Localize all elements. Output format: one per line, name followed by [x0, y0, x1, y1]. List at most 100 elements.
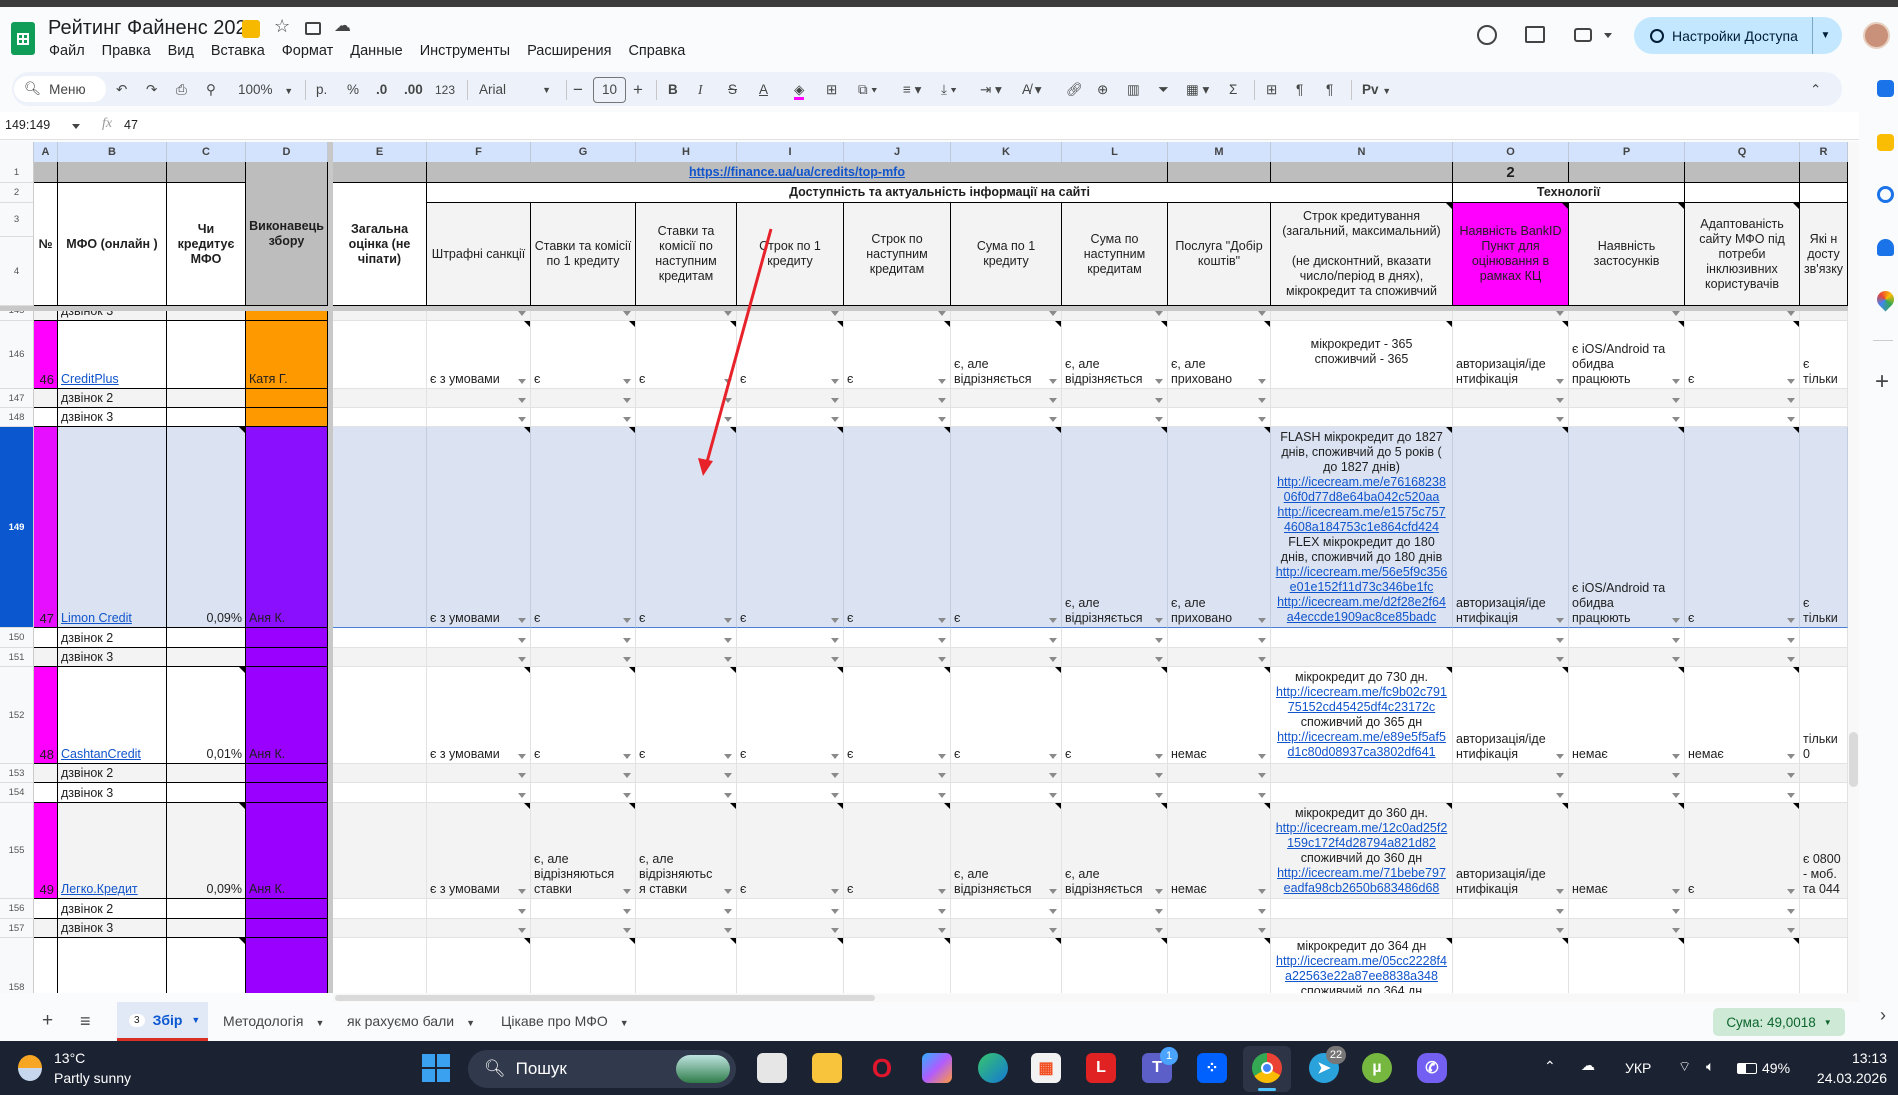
- cell-R151[interactable]: [1800, 648, 1848, 667]
- cell-R147[interactable]: [1800, 389, 1848, 408]
- dropdown-arrow-icon[interactable]: [1787, 618, 1795, 623]
- dropdown-arrow-icon[interactable]: [1787, 398, 1795, 403]
- dropdown-arrow-icon[interactable]: [1155, 793, 1163, 798]
- cell-I147[interactable]: [737, 389, 844, 408]
- name-box[interactable]: 149:149: [5, 118, 50, 132]
- volume-icon[interactable]: 🔈︎: [1706, 1058, 1714, 1075]
- dropdown-arrow-icon[interactable]: [518, 754, 526, 759]
- dropdown-arrow-icon[interactable]: [623, 793, 631, 798]
- cell-K147[interactable]: [951, 389, 1062, 408]
- cell-J146[interactable]: є: [844, 321, 951, 389]
- cell-Q149[interactable]: є: [1685, 427, 1800, 628]
- dropdown-arrow-icon[interactable]: [938, 928, 946, 933]
- row-header[interactable]: 150: [0, 628, 34, 648]
- dropdown-arrow-icon[interactable]: [1049, 379, 1057, 384]
- cell-J145[interactable]: [844, 311, 951, 321]
- cell-D151[interactable]: [246, 648, 328, 667]
- avatar[interactable]: [1863, 22, 1890, 49]
- dropdown-arrow-icon[interactable]: [518, 657, 526, 662]
- cell-D158[interactable]: [246, 938, 328, 993]
- dropdown-arrow-icon[interactable]: [623, 754, 631, 759]
- cell-D154[interactable]: [246, 783, 328, 803]
- cell-D157[interactable]: [246, 919, 328, 938]
- cell-B154[interactable]: дзвінок 3: [58, 783, 167, 803]
- dropdown-arrow-icon[interactable]: [1556, 311, 1564, 316]
- zoom-select[interactable]: 100% ▼: [238, 80, 293, 100]
- cell-H146[interactable]: є: [636, 321, 737, 389]
- cell-H145[interactable]: [636, 311, 737, 321]
- dropdown-arrow-icon[interactable]: [518, 618, 526, 623]
- dropdown-arrow-icon[interactable]: [1787, 417, 1795, 422]
- dropdown-arrow-icon[interactable]: [1049, 657, 1057, 662]
- cell-L150[interactable]: [1062, 628, 1168, 648]
- cell-G155[interactable]: є, але відрізняються ставки: [531, 803, 636, 899]
- dropdown-arrow-icon[interactable]: [831, 657, 839, 662]
- cell-H147[interactable]: [636, 389, 737, 408]
- cell-C152[interactable]: 0,01%: [167, 667, 246, 764]
- cell-B149[interactable]: Limon Credit: [58, 427, 167, 628]
- cell-P148[interactable]: [1569, 408, 1685, 427]
- dropdown-arrow-icon[interactable]: [1049, 311, 1057, 316]
- cell-Q152[interactable]: немає: [1685, 667, 1800, 764]
- row-header[interactable]: 146: [0, 321, 34, 389]
- cell-P151[interactable]: [1569, 648, 1685, 667]
- dropdown-arrow-icon[interactable]: [518, 773, 526, 778]
- dropdown-arrow-icon[interactable]: [1556, 398, 1564, 403]
- cell-link[interactable]: http://icecream.me/12c0ad25f2159c172f4d2…: [1274, 821, 1449, 851]
- cell-E148[interactable]: [333, 408, 427, 427]
- cell-link[interactable]: http://icecream.me/05cc2228f4a22563e22a8…: [1274, 954, 1449, 984]
- cell-G146[interactable]: є: [531, 321, 636, 389]
- menu-search[interactable]: 🔍︎ Меню: [14, 76, 106, 102]
- font-select[interactable]: Arial ▼: [479, 80, 551, 100]
- cell-H154[interactable]: [636, 783, 737, 803]
- task-view-icon[interactable]: [757, 1053, 787, 1083]
- dropdown-arrow-icon[interactable]: [1155, 379, 1163, 384]
- cell-Q145[interactable]: [1685, 311, 1800, 321]
- column-header-A[interactable]: A: [34, 142, 58, 162]
- menu-help[interactable]: Справка: [628, 43, 685, 59]
- dropbox-icon[interactable]: ⁘: [1197, 1053, 1227, 1083]
- contacts-icon[interactable]: [1877, 239, 1894, 256]
- cell-O155[interactable]: авторизація/ідентифікація: [1453, 803, 1569, 899]
- cell-B152[interactable]: CashtanCredit: [58, 667, 167, 764]
- dropdown-arrow-icon[interactable]: [724, 311, 732, 316]
- cell-A145[interactable]: [34, 311, 58, 321]
- dropdown-arrow-icon[interactable]: [1049, 638, 1057, 643]
- cell-O157[interactable]: [1453, 919, 1569, 938]
- currency-format-button[interactable]: р.: [316, 80, 327, 100]
- row-header[interactable]: 155: [0, 803, 34, 899]
- dropdown-arrow-icon[interactable]: [1787, 754, 1795, 759]
- dropdown-arrow-icon[interactable]: [724, 754, 732, 759]
- document-title[interactable]: Рейтинг Файненс 2026: [48, 17, 258, 40]
- cell-P147[interactable]: [1569, 389, 1685, 408]
- cell-link[interactable]: http://icecream.me/e7616823806f0d77d8e64…: [1274, 475, 1449, 505]
- dropdown-arrow-icon[interactable]: [724, 618, 732, 623]
- cell-N154[interactable]: [1271, 783, 1453, 803]
- cell-P157[interactable]: [1569, 919, 1685, 938]
- cell-J152[interactable]: є: [844, 667, 951, 764]
- cell-C158[interactable]: [167, 938, 246, 993]
- cell-K151[interactable]: [951, 648, 1062, 667]
- cell-F152[interactable]: є з умовами: [427, 667, 531, 764]
- dropdown-arrow-icon[interactable]: [724, 909, 732, 914]
- cell-P156[interactable]: [1569, 899, 1685, 919]
- cell-Q156[interactable]: [1685, 899, 1800, 919]
- cell-G148[interactable]: [531, 408, 636, 427]
- cell-M149[interactable]: є, але приховано: [1168, 427, 1271, 628]
- dropdown-arrow-icon[interactable]: [1556, 638, 1564, 643]
- cell-H148[interactable]: [636, 408, 737, 427]
- cell-R157[interactable]: [1800, 919, 1848, 938]
- cell-C145[interactable]: [167, 311, 246, 321]
- cell-B148[interactable]: дзвінок 3: [58, 408, 167, 427]
- cell-R153[interactable]: [1800, 764, 1848, 783]
- onedrive-icon[interactable]: ☁: [1581, 1057, 1595, 1074]
- row-header[interactable]: 147: [0, 389, 34, 408]
- cell-I156[interactable]: [737, 899, 844, 919]
- increase-decimal-button[interactable]: .00: [404, 80, 423, 100]
- dropdown-arrow-icon[interactable]: [1258, 928, 1266, 933]
- column-header-G[interactable]: G: [531, 142, 636, 162]
- dropdown-arrow-icon[interactable]: [1672, 773, 1680, 778]
- cell-R156[interactable]: [1800, 899, 1848, 919]
- dropdown-arrow-icon[interactable]: [518, 417, 526, 422]
- cell-G145[interactable]: [531, 311, 636, 321]
